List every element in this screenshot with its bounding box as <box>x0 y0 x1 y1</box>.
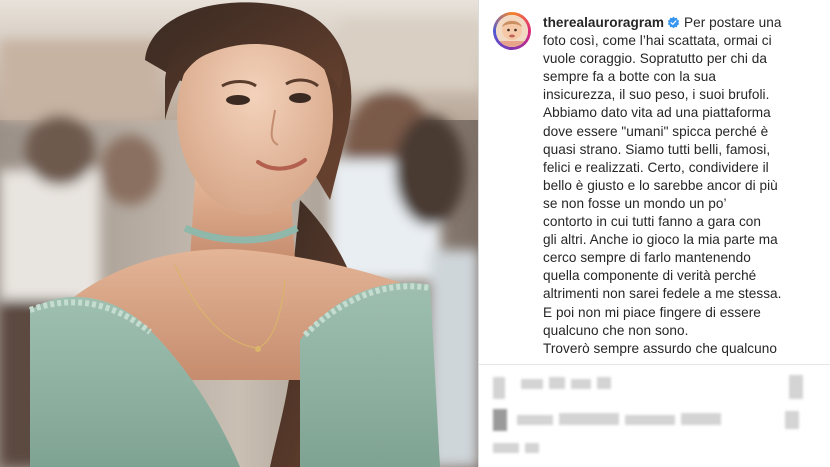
avatar-image <box>496 15 528 47</box>
caption-line: sempre fa a botte con la sua <box>543 69 716 85</box>
blurred-block <box>549 377 565 389</box>
caption-line: bello è giusto e lo sarebbe ancor di più <box>543 177 778 193</box>
blurred-block <box>493 443 519 453</box>
caption-line: felici e realizzati. Certo, condividere … <box>543 159 769 175</box>
blurred-block <box>571 379 591 389</box>
profile-avatar[interactable] <box>493 12 531 50</box>
caption-line: vuole coraggio. Sopratutto per chi da <box>543 51 768 67</box>
caption-line: contorto in cui tutti fanno a gara con <box>543 214 762 230</box>
blurred-block <box>597 377 611 389</box>
caption-line: insicurezza, il suo peso, i suoi brufoli… <box>543 87 770 103</box>
post-photo[interactable] <box>0 0 478 467</box>
caption-line: E poi non mi piace fingere di essere <box>543 304 761 320</box>
caption-line: Troverò sempre assurdo che qualcuno <box>543 340 777 356</box>
blurred-block <box>789 375 803 399</box>
post-caption: therealauroragram Per postare una foto co… <box>543 14 823 358</box>
caption-line: dove essere "umani" spicca perché è <box>543 123 769 139</box>
blurred-block <box>559 413 619 425</box>
blurred-block <box>493 409 507 431</box>
caption-block: therealauroragram Per postare una foto co… <box>479 0 830 364</box>
post-side-panel: therealauroragram Per postare una foto co… <box>478 0 830 467</box>
blurred-block <box>521 379 543 389</box>
post-photo-image <box>0 0 478 467</box>
caption-text: Per postare una <box>683 15 782 30</box>
caption-line: quella componente di verità perché <box>543 268 757 284</box>
blurred-block <box>517 415 553 425</box>
username-link[interactable]: therealauroragram <box>543 15 664 30</box>
caption-line: cerco sempre di farlo mantenendo <box>543 250 751 266</box>
caption-line: se non fosse un mondo un po’ <box>543 195 727 211</box>
blurred-block <box>493 377 505 399</box>
blurred-comments <box>479 365 830 467</box>
verified-badge-icon <box>667 16 680 29</box>
caption-line: foto così, come l’hai scattata, ormai ci <box>543 33 772 49</box>
blurred-block <box>681 413 721 425</box>
blurred-block <box>625 415 675 425</box>
caption-line: qualcuno che non sono. <box>543 322 689 338</box>
caption-line: quasi strano. Siamo tutti belli, famosi, <box>543 141 771 157</box>
blurred-block <box>525 443 539 453</box>
caption-line: therealauroragram Per postare una <box>543 14 823 32</box>
caption-line: gli altri. Anche io gioco la mia parte m… <box>543 232 778 248</box>
blurred-block <box>785 411 799 429</box>
caption-line: altrimenti non sarei fedele a me stessa. <box>543 286 782 302</box>
caption-line: Abbiamo dato vita ad una piattaforma <box>543 105 771 121</box>
